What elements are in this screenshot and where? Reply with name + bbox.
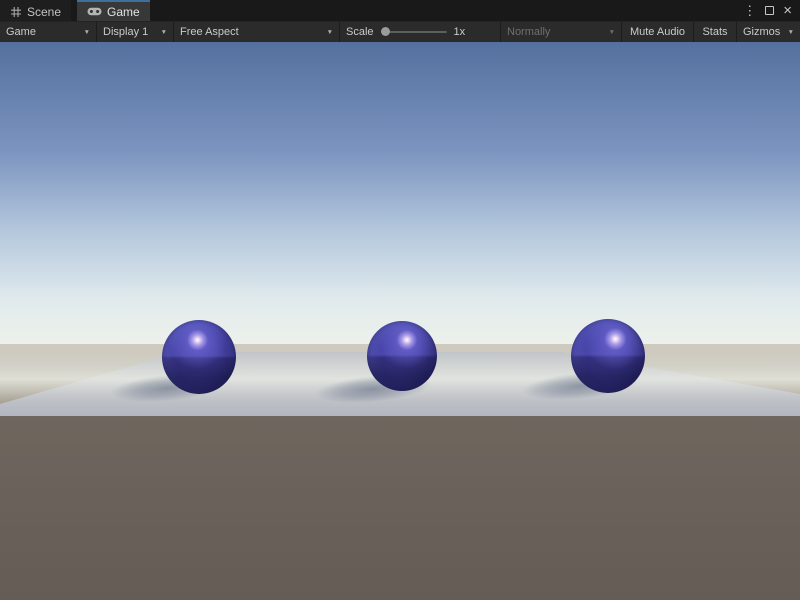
mute-audio-button[interactable]: Mute Audio (622, 22, 693, 42)
tab-game[interactable]: Game (77, 0, 150, 21)
sphere-center (367, 321, 437, 391)
scale-control: Scale 1x (340, 22, 500, 42)
display-popup-label: Display 1 (103, 26, 148, 38)
maximize-icon[interactable] (765, 6, 774, 15)
aspect-ratio-label: Free Aspect (180, 26, 239, 38)
gamepad-icon (87, 7, 102, 16)
grid-icon (10, 6, 22, 18)
gizmos-label: Gizmos (743, 26, 780, 38)
play-mode-popup[interactable]: Normally ▼ (501, 22, 621, 42)
close-icon[interactable]: × (783, 3, 792, 18)
sphere-left (162, 320, 236, 394)
chevron-down-icon: ▼ (603, 29, 615, 36)
sky-gradient (0, 42, 800, 352)
stats-button[interactable]: Stats (694, 22, 736, 42)
game-popup-label: Game (6, 26, 36, 38)
ground-plane-near (0, 416, 800, 600)
game-viewport[interactable] (0, 42, 800, 600)
window-controls: ⋮ × (743, 0, 800, 21)
tab-bar: Scene Game ⋮ × (0, 0, 800, 21)
tab-bar-spacer (150, 0, 744, 21)
aspect-ratio-popup[interactable]: Free Aspect ▼ (174, 22, 339, 42)
chevron-down-icon: ▼ (321, 29, 333, 36)
scale-value: 1x (454, 26, 466, 38)
tab-game-label: Game (107, 5, 140, 19)
sphere-right (571, 319, 645, 393)
play-mode-label: Normally (507, 26, 550, 38)
scale-slider-knob[interactable] (381, 27, 390, 36)
scale-slider[interactable] (381, 31, 447, 33)
mute-audio-label: Mute Audio (630, 26, 685, 38)
game-view-toolbar: Game ▼ Display 1 ▼ Free Aspect ▼ Scale 1… (0, 21, 800, 42)
chevron-down-icon: ▼ (155, 29, 167, 36)
scale-label: Scale (346, 26, 374, 38)
gizmos-popup[interactable]: Gizmos ▼ (737, 22, 800, 42)
display-popup[interactable]: Display 1 ▼ (97, 22, 173, 42)
game-popup[interactable]: Game ▼ (0, 22, 96, 42)
stats-label: Stats (702, 26, 727, 38)
tab-scene-label: Scene (27, 5, 61, 19)
tab-scene[interactable]: Scene (0, 0, 71, 21)
chevron-down-icon: ▼ (782, 29, 794, 36)
chevron-down-icon: ▼ (78, 29, 90, 36)
kebab-menu-icon[interactable]: ⋮ (743, 4, 756, 17)
